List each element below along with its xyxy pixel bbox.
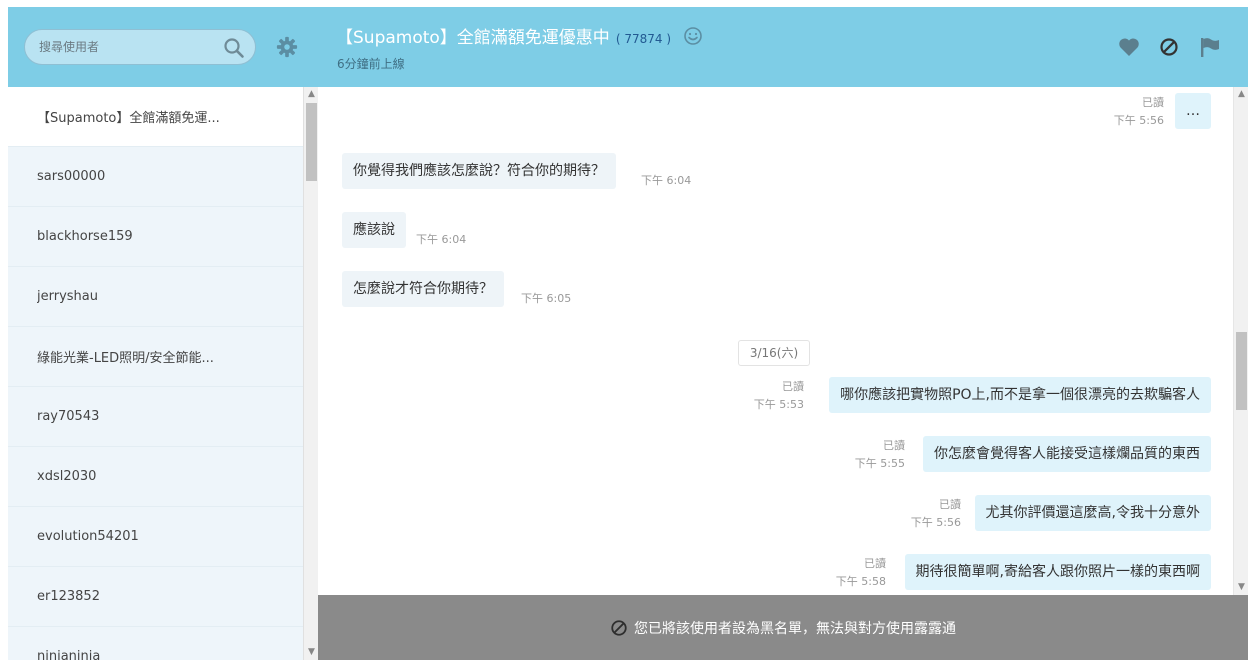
chat-panel: 【Supamoto】全館滿額免運優惠中 ( 77874 ) 6分鐘前上線 已讀 下… bbox=[318, 7, 1248, 660]
search-box[interactable] bbox=[24, 29, 256, 65]
contact-item[interactable]: evolution54201 bbox=[8, 507, 303, 567]
count-open-paren: ( bbox=[615, 32, 621, 46]
message-bubble[interactable]: 應該說 bbox=[342, 212, 406, 248]
message-time: 下午 5:53 bbox=[753, 398, 804, 411]
sidebar-scroll-thumb[interactable] bbox=[306, 103, 317, 181]
message-bubble[interactable]: 你覺得我們應該怎麼說？符合你的期待？ bbox=[342, 153, 616, 189]
block-icon bbox=[611, 619, 627, 636]
gear-icon[interactable] bbox=[276, 36, 298, 58]
contact-name: jerryshau bbox=[37, 289, 98, 304]
message-meta: 已讀 下午 5:55 bbox=[855, 437, 905, 473]
contact-item[interactable]: jerryshau bbox=[8, 267, 303, 327]
contact-name: 綠能光業-LED照明/安全節能... bbox=[37, 351, 214, 366]
contact-name: blackhorse159 bbox=[37, 229, 133, 244]
message-scrollbar[interactable]: ▲ ▼ bbox=[1233, 87, 1248, 595]
contact-item[interactable]: ray70543 bbox=[8, 387, 303, 447]
message-time: 下午 6:04 bbox=[641, 174, 692, 187]
message-time: 下午 6:04 bbox=[416, 233, 467, 246]
contact-item[interactable]: blackhorse159 bbox=[8, 207, 303, 267]
contact-item[interactable]: 【Supamoto】全館滿額免運... bbox=[8, 87, 303, 147]
message-scroll-thumb[interactable] bbox=[1236, 332, 1247, 410]
app-frame: 【Supamoto】全館滿額免運... sars00000 blackhorse… bbox=[8, 7, 1248, 660]
search-icon[interactable] bbox=[223, 37, 245, 59]
message-time: 下午 5:56 bbox=[1113, 114, 1164, 127]
blocked-notice: 您已將該使用者設為黑名單，無法與對方使用露露通 bbox=[318, 595, 1248, 660]
sidebar-scrollbar[interactable]: ▲ ▼ bbox=[303, 87, 318, 660]
last-seen-status: 6分鐘前上線 bbox=[337, 57, 405, 71]
blocked-notice-bar: 您已將該使用者設為黑名單，無法與對方使用露露通 bbox=[318, 595, 1248, 660]
smiley-icon[interactable] bbox=[683, 26, 703, 46]
contact-name: ninianinia bbox=[37, 649, 101, 660]
contact-name: sars00000 bbox=[37, 169, 106, 184]
message-time: 下午 5:55 bbox=[854, 457, 905, 470]
date-separator: 3/16(六) bbox=[738, 340, 810, 366]
contact-name: 【Supamoto】全館滿額免運... bbox=[37, 111, 220, 126]
message-bubble[interactable]: 尤其你評價還這麼高,令我十分意外 bbox=[974, 495, 1211, 531]
flag-icon[interactable] bbox=[1199, 36, 1221, 58]
read-receipt: 已讀 bbox=[782, 380, 804, 393]
count-close-paren: ) bbox=[666, 32, 672, 46]
message-bubble[interactable]: 哪你應該把實物照PO上,而不是拿一個很漂亮的去欺騙客人 bbox=[829, 377, 1211, 413]
follower-count[interactable]: ( 77874 ) bbox=[616, 32, 671, 46]
message-list: 已讀 下午 5:56 … 你覺得我們應該怎麼說？符合你的期待？ 下午 6:04 … bbox=[318, 87, 1233, 595]
message-bubble[interactable]: 怎麼說才符合你期待？ bbox=[342, 271, 504, 307]
contact-item[interactable]: xdsl2030 bbox=[8, 447, 303, 507]
read-receipt: 已讀 bbox=[1142, 96, 1164, 109]
chat-header: 【Supamoto】全館滿額免運優惠中 ( 77874 ) 6分鐘前上線 bbox=[318, 7, 1248, 87]
message-meta: 已讀 下午 5:56 bbox=[911, 496, 961, 532]
read-receipt: 已讀 bbox=[883, 439, 905, 452]
contact-item[interactable]: ninianinia bbox=[8, 627, 303, 660]
contact-name: xdsl2030 bbox=[37, 469, 97, 484]
sidebar: 【Supamoto】全館滿額免運... sars00000 blackhorse… bbox=[8, 7, 318, 660]
scroll-up-icon[interactable]: ▲ bbox=[1237, 90, 1246, 99]
blocked-notice-text: 您已將該使用者設為黑名單，無法與對方使用露露通 bbox=[634, 620, 956, 637]
message-time: 下午 6:05 bbox=[521, 292, 572, 305]
message-meta: 已讀 下午 5:58 bbox=[836, 555, 886, 591]
message-bubble[interactable]: 你怎麼會覺得客人能接受這樣爛品質的東西 bbox=[923, 436, 1211, 472]
chat-title-text: 【Supamoto】全館滿額免運優惠中 bbox=[336, 28, 610, 48]
scroll-up-icon[interactable]: ▲ bbox=[307, 90, 316, 99]
contact-item[interactable]: er123852 bbox=[8, 567, 303, 627]
message-bubble[interactable]: … bbox=[1175, 93, 1211, 129]
contact-name: evolution54201 bbox=[37, 529, 139, 544]
read-receipt: 已讀 bbox=[864, 557, 886, 570]
scroll-down-icon[interactable]: ▼ bbox=[1237, 583, 1246, 592]
message-bubble[interactable]: 期待很簡單啊,寄給客人跟你照片一樣的東西啊 bbox=[904, 554, 1211, 590]
read-receipt: 已讀 bbox=[939, 498, 961, 511]
heart-icon[interactable] bbox=[1118, 37, 1140, 57]
block-icon[interactable] bbox=[1159, 37, 1179, 57]
search-input[interactable] bbox=[39, 37, 219, 57]
sidebar-header bbox=[8, 7, 318, 87]
contact-item[interactable]: 綠能光業-LED照明/安全節能... bbox=[8, 327, 303, 387]
scroll-down-icon[interactable]: ▼ bbox=[307, 648, 316, 657]
message-time: 下午 5:58 bbox=[835, 575, 886, 588]
chat-title: 【Supamoto】全館滿額免運優惠中 ( 77874 ) bbox=[336, 23, 671, 48]
contact-item[interactable]: sars00000 bbox=[8, 147, 303, 207]
contact-name: ray70543 bbox=[37, 409, 100, 424]
message-meta: 已讀 下午 5:56 bbox=[1114, 94, 1164, 130]
message-time: 下午 5:56 bbox=[910, 516, 961, 529]
message-meta: 已讀 下午 5:53 bbox=[754, 378, 804, 414]
contact-list: 【Supamoto】全館滿額免運... sars00000 blackhorse… bbox=[8, 87, 303, 660]
contact-name: er123852 bbox=[37, 589, 100, 604]
count-value: 77874 bbox=[624, 32, 663, 46]
